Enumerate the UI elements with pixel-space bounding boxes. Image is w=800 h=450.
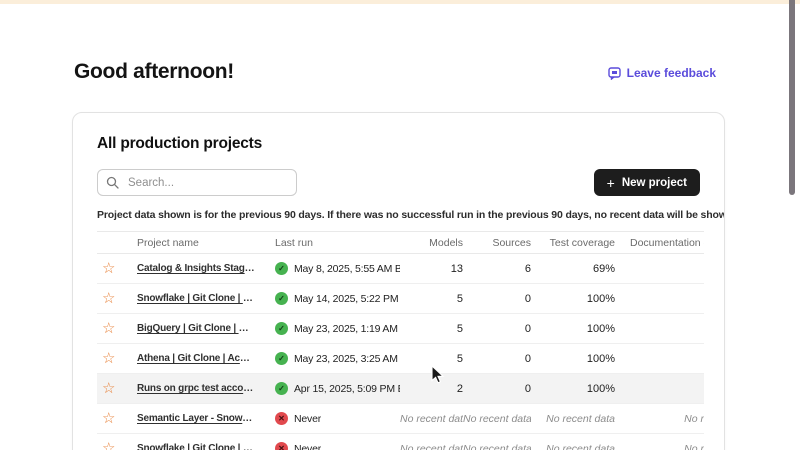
column-header-documentation-coverage: Documentation coverage [615,237,704,249]
project-link[interactable]: Catalog & Insights Staging... [137,263,255,274]
table-header-row: Project name Last run Models Sources Tes… [97,232,704,254]
test-coverage-value: No recent data [531,443,615,450]
column-header-sources: Sources [463,237,531,249]
sources-count: No recent data [463,443,531,450]
plus-icon: + [607,176,615,190]
last-run-timestamp: Never [294,443,321,450]
doc-coverage-value: No recent data [615,413,704,425]
column-header-test-coverage: Test coverage [531,237,615,249]
search-box [97,169,297,196]
test-coverage-value: No recent data [531,413,615,425]
run-status-icon [275,292,288,305]
star-icon[interactable]: ☆ [102,441,115,450]
run-status-icon [275,352,288,365]
column-header-project-name: Project name [137,237,261,249]
column-header-models: Models [400,237,463,249]
test-coverage-value: 100% [531,323,615,335]
card-title: All production projects [97,135,700,153]
sources-count: 0 [463,293,531,305]
project-link[interactable]: Snowflake | Git Clone | Use... [137,293,255,304]
card-toolbar: + New project [97,169,700,196]
search-input[interactable] [97,169,297,196]
projects-table: Project name Last run Models Sources Tes… [97,231,704,450]
star-icon[interactable]: ☆ [102,381,115,396]
search-icon [106,176,119,194]
last-run-timestamp: May 23, 2025, 1:19 AM BST [294,323,400,335]
table-row[interactable]: ☆ BigQuery | Git Clone | User... May 23,… [97,314,704,344]
last-run-timestamp: Never [294,413,321,425]
table-row[interactable]: ☆ Snowflake | Git Clone | Use... May 14,… [97,284,704,314]
feedback-label: Leave feedback [627,66,716,80]
page-greeting: Good afternoon! [74,60,234,84]
project-link[interactable]: Athena | Git Clone | Acces... [137,353,255,364]
table-row[interactable]: ☆ Athena | Git Clone | Acces... May 23, … [97,344,704,374]
last-run-timestamp: May 23, 2025, 3:25 AM BST [294,353,400,365]
table-row[interactable]: ☆ Catalog & Insights Staging... May 8, 2… [97,254,704,284]
column-header-last-run: Last run [261,237,400,249]
top-accent-strip [0,0,800,4]
last-run-timestamp: Apr 15, 2025, 5:09 PM BST [294,383,400,395]
models-count: 5 [400,353,463,365]
models-count: 2 [400,383,463,395]
run-status-icon [275,382,288,395]
models-count: No recent data [400,413,463,425]
new-project-button[interactable]: + New project [594,169,700,196]
test-coverage-value: 100% [531,293,615,305]
run-status-icon [275,442,288,450]
last-run-timestamp: May 8, 2025, 5:55 AM BST [294,263,400,275]
table-row[interactable]: ☆ Runs on grpc test account Apr 15, 2025… [97,374,704,404]
test-coverage-value: 100% [531,383,615,395]
table-row[interactable]: ☆ Semantic Layer - Snowflake Never No re… [97,404,704,434]
star-icon[interactable]: ☆ [102,321,115,336]
sources-count: 0 [463,383,531,395]
models-count: 5 [400,323,463,335]
models-count: 13 [400,263,463,275]
project-link[interactable]: Runs on grpc test account [137,383,255,394]
table-row[interactable]: ☆ Snowflake | Git Clone | Key... Never N… [97,434,704,450]
feedback-bubble-icon [608,67,621,80]
star-icon[interactable]: ☆ [102,261,115,276]
run-status-icon [275,262,288,275]
test-coverage-value: 69% [531,263,615,275]
vertical-scrollbar-thumb[interactable] [789,0,795,195]
models-count: 5 [400,293,463,305]
sources-count: 6 [463,263,531,275]
models-count: No recent data [400,443,463,450]
last-run-timestamp: May 14, 2025, 5:22 PM BST [294,293,400,305]
leave-feedback-link[interactable]: Leave feedback [608,66,716,80]
project-link[interactable]: Snowflake | Git Clone | Key... [137,443,255,450]
sources-count: 0 [463,323,531,335]
data-range-notice: Project data shown is for the previous 9… [97,209,700,221]
doc-coverage-value: No recent data [615,443,704,450]
star-icon[interactable]: ☆ [102,291,115,306]
test-coverage-value: 100% [531,353,615,365]
run-status-icon [275,322,288,335]
star-icon[interactable]: ☆ [102,411,115,426]
project-link[interactable]: BigQuery | Git Clone | User... [137,323,255,334]
sources-count: No recent data [463,413,531,425]
projects-card: All production projects + New project Pr… [72,112,725,450]
new-project-label: New project [622,177,687,189]
sources-count: 0 [463,353,531,365]
run-status-icon [275,412,288,425]
app-viewport: Good afternoon! Leave feedback All produ… [0,0,800,450]
project-link[interactable]: Semantic Layer - Snowflake [137,413,255,424]
star-icon[interactable]: ☆ [102,351,115,366]
